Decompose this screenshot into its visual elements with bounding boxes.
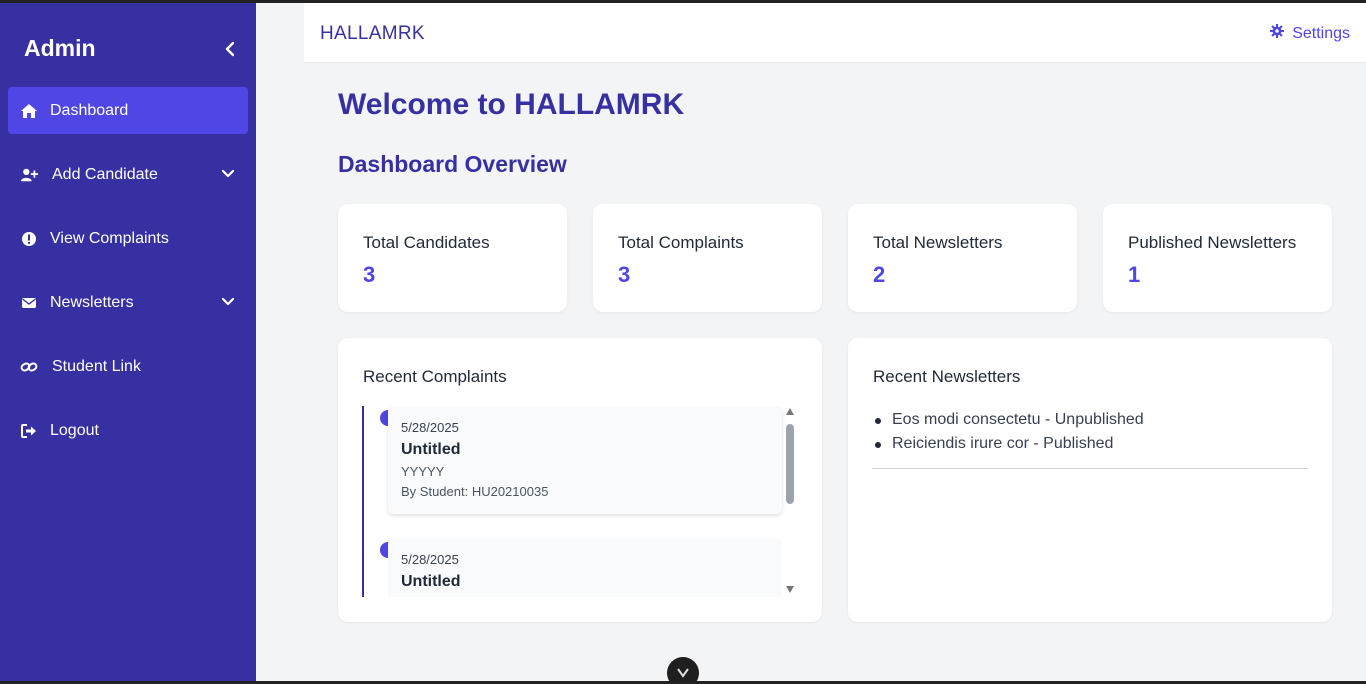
- sidebar-item-label: Student Link: [52, 357, 141, 375]
- recent-newsletters-panel: Recent Newsletters Eos modi consectetu -…: [848, 338, 1332, 622]
- recent-complaints-panel: Recent Complaints 5/28/2025 Untitled YYY…: [338, 338, 822, 622]
- scrollbar-thumb[interactable]: [786, 424, 794, 504]
- sidebar: Admin Dashboard Add Candidate View Compl…: [0, 3, 256, 681]
- stat-value: 3: [363, 262, 376, 287]
- panel-title: Recent Complaints: [363, 367, 507, 386]
- page-title: Welcome to HALLAMRK: [338, 88, 685, 121]
- scroll-up-arrow-icon[interactable]: [786, 408, 794, 415]
- stat-label: Total Candidates: [363, 233, 490, 252]
- brand-name: HALLAMRK: [320, 23, 425, 44]
- stat-card-total-complaints: Total Complaints 3: [593, 204, 822, 312]
- chevron-left-icon[interactable]: [220, 39, 240, 59]
- gear-icon: [1270, 24, 1285, 43]
- newsletter-list: Eos modi consectetu - Unpublished Reicie…: [872, 408, 1308, 469]
- stat-label: Published Newsletters: [1128, 233, 1297, 252]
- sidebar-title: Admin: [24, 35, 96, 61]
- sidebar-item-view-complaints[interactable]: View Complaints: [8, 215, 248, 262]
- sidebar-item-dashboard[interactable]: Dashboard: [8, 87, 248, 134]
- scroll-down-arrow-icon[interactable]: [786, 586, 794, 593]
- envelope-icon: [20, 294, 38, 312]
- complaint-description: YYYYY: [401, 464, 445, 479]
- sidebar-item-newsletters[interactable]: Newsletters: [8, 279, 248, 326]
- stat-label: Total Complaints: [618, 233, 744, 252]
- sidebar-item-label: Dashboard: [50, 101, 129, 119]
- list-item: Eos modi consectetu - Unpublished: [872, 408, 1308, 432]
- chevron-down-icon[interactable]: [220, 294, 236, 310]
- complaints-timeline[interactable]: 5/28/2025 Untitled YYYYY By Student: HU2…: [362, 406, 798, 597]
- sidebar-item-label: Logout: [50, 421, 99, 439]
- list-item: Reiciendis irure cor - Published: [872, 432, 1308, 456]
- sidebar-header: Admin: [24, 35, 240, 65]
- sidebar-item-add-candidate[interactable]: Add Candidate: [8, 151, 248, 198]
- link-icon: [20, 358, 38, 376]
- settings-button[interactable]: Settings: [1270, 24, 1350, 43]
- sidebar-item-label: Add Candidate: [52, 165, 158, 183]
- stat-value: 2: [873, 262, 886, 287]
- complaint-item[interactable]: 5/28/2025 Untitled YYYYY By Student: HU2…: [388, 406, 782, 514]
- exclamation-circle-icon: [20, 230, 38, 248]
- chevron-down-icon[interactable]: [220, 166, 236, 182]
- floating-toggle-button[interactable]: [667, 657, 699, 684]
- home-icon: [20, 102, 38, 120]
- complaint-title: Untitled: [401, 573, 461, 590]
- sign-out-icon: [20, 422, 38, 440]
- complaint-title: Untitled: [401, 441, 461, 458]
- settings-label: Settings: [1292, 24, 1350, 42]
- sidebar-item-student-link[interactable]: Student Link: [8, 343, 248, 390]
- stat-value: 3: [618, 262, 631, 287]
- complaint-author: By Student: HU20210035: [401, 484, 549, 499]
- complaint-date: 5/28/2025: [401, 552, 459, 567]
- section-title: Dashboard Overview: [338, 151, 567, 177]
- stat-card-total-candidates: Total Candidates 3: [338, 204, 567, 312]
- stat-label: Total Newsletters: [873, 233, 1003, 252]
- sidebar-item-logout[interactable]: Logout: [8, 407, 248, 454]
- panel-title: Recent Newsletters: [873, 367, 1021, 386]
- sidebar-item-label: View Complaints: [50, 229, 169, 247]
- stat-value: 1: [1128, 262, 1141, 287]
- scrollbar[interactable]: [784, 408, 796, 598]
- sidebar-item-label: Newsletters: [50, 293, 134, 311]
- topbar: HALLAMRK Settings: [304, 3, 1366, 63]
- stat-card-published-newsletters: Published Newsletters 1: [1103, 204, 1332, 312]
- complaint-item[interactable]: 5/28/2025 Untitled: [388, 538, 782, 597]
- stat-card-total-newsletters: Total Newsletters 2: [848, 204, 1077, 312]
- complaint-date: 5/28/2025: [401, 420, 459, 435]
- user-plus-icon: [20, 166, 38, 184]
